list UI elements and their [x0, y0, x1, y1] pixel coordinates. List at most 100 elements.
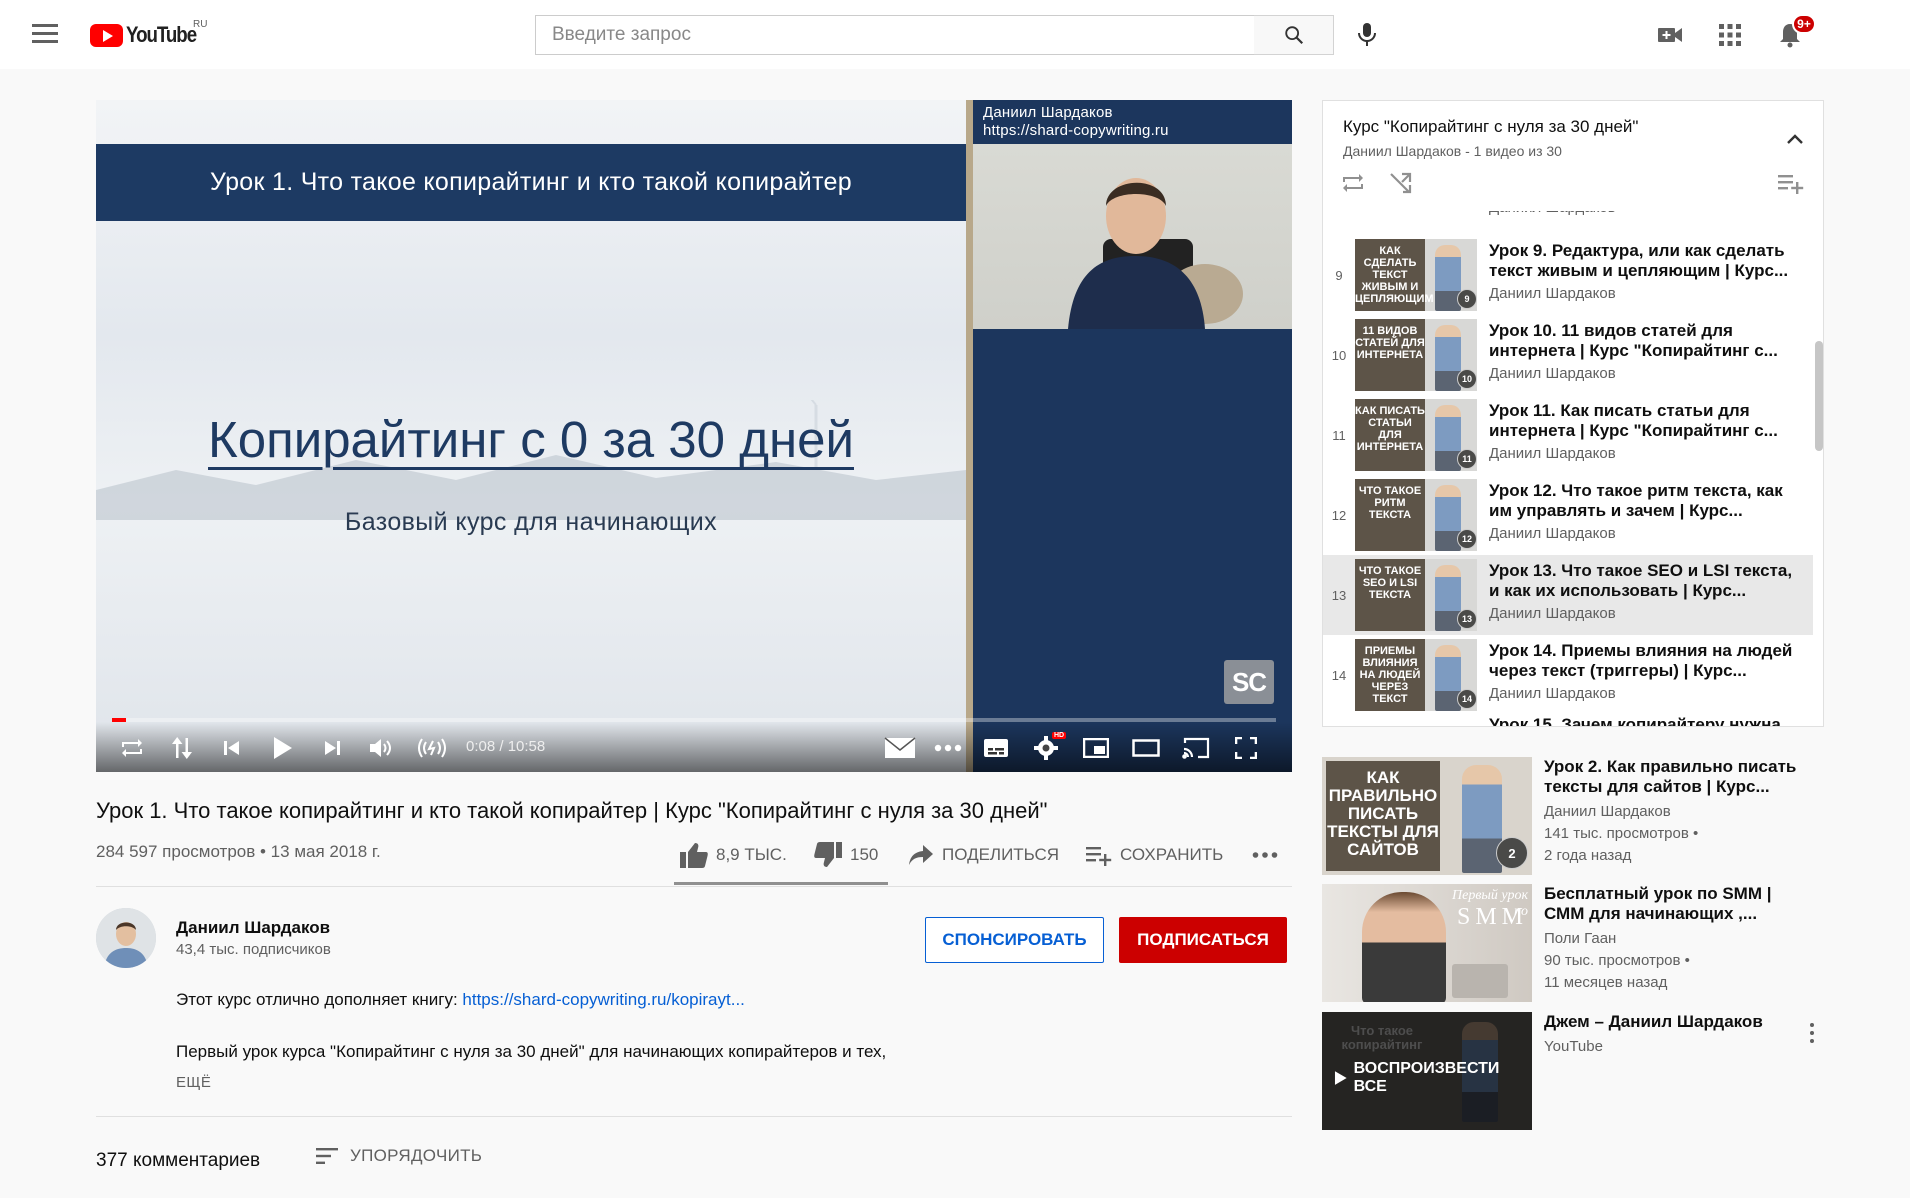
playlist-item-text: Урок 14. Приемы влияния на людей через т…	[1489, 641, 1799, 702]
apps-grid-icon	[1719, 24, 1741, 46]
channel-watermark[interactable]: SC	[1224, 660, 1274, 704]
dislike-button[interactable]: 150	[814, 840, 878, 870]
collapse-playlist-button[interactable]	[1779, 123, 1811, 155]
recommended-age: 2 года назад	[1544, 847, 1632, 864]
player-controls: 0:08 / 10:58 HD	[96, 722, 1292, 772]
thumbs-up-icon	[680, 843, 708, 868]
show-more-button[interactable]: ЕЩЁ	[176, 1074, 211, 1091]
sponsor-button[interactable]: СПОНСИРОВАТЬ	[925, 917, 1104, 963]
thumbnail-lesson-badge: 10	[1457, 369, 1477, 389]
sort-label: УПОРЯДОЧИТЬ	[350, 1146, 483, 1165]
playlist-item[interactable]: 9 КАК СДЕЛАТЬ ТЕКСТ ЖИВЫМ И ЦЕПЛЯЮЩИМ 9 …	[1323, 235, 1813, 315]
playlist-item-highlighted[interactable]: 13 ЧТО ТАКОЕ SEO И LSI ТЕКСТА 13 Урок 13…	[1323, 555, 1813, 635]
thumbnail-lesson-badge: 9	[1457, 289, 1477, 309]
shuffle-order-button[interactable]	[164, 730, 200, 766]
thumbnail-lesson-badge: 2	[1496, 837, 1528, 869]
apps-button[interactable]	[1715, 20, 1745, 50]
share-arrow-icon	[909, 845, 933, 865]
recommended-thumbnail: КАК ПРАВИЛЬНО ПИСАТЬ ТЕКСТЫ ДЛЯ САЙТОВ 2	[1322, 757, 1532, 875]
menu-icon[interactable]	[32, 24, 58, 44]
broadcast-icon	[418, 738, 446, 758]
comments-count: 377 комментариев	[96, 1150, 261, 1171]
recommended-title: Джем – Даниил Шардаков	[1544, 1012, 1763, 1031]
playlist-item-channel: Даниил Шардаков	[1489, 285, 1616, 302]
playlist-item[interactable]: 12 ЧТО ТАКОЕ РИТМ ТЕКСТА 12 Урок 12. Что…	[1323, 475, 1813, 555]
hd-badge: HD	[1052, 732, 1067, 739]
playlist-item[interactable]: 11 КАК ПИСАТЬ СТАТЬИ ДЛЯ ИНТЕРНЕТА 11 Ур…	[1323, 395, 1813, 475]
presenter-url: https://shard-copywriting.ru	[983, 122, 1169, 139]
create-video-button[interactable]	[1655, 20, 1685, 50]
playlist-item-thumbnail: 11 ВИДОВ СТАТЕЙ ДЛЯ ИНТЕРНЕТА 10	[1355, 319, 1477, 391]
logo-text: YouTube	[126, 22, 197, 47]
playlist-partial-item-title[interactable]: Урок 15. Зачем копирайтеру нужна	[1489, 715, 1799, 726]
thumbnail-caption: КАК ПИСАТЬ СТАТЬИ ДЛЯ ИНТЕРНЕТА	[1355, 399, 1425, 471]
subscribe-button[interactable]: ПОДПИСАТЬСЯ	[1119, 917, 1287, 963]
save-playlist-button[interactable]	[1775, 167, 1807, 199]
playlist-item-title: Урок 13. Что такое SEO и LSI текста, и к…	[1489, 561, 1793, 600]
voice-search-button[interactable]	[1352, 20, 1382, 50]
description-link[interactable]: https://shard-copywriting.ru/kopirayt...	[462, 990, 745, 1009]
subtitles-button[interactable]	[978, 730, 1014, 766]
play-all-button[interactable]: ВОСПРОИЗВЕСТИ ВСЕ	[1334, 1060, 1532, 1096]
presenter-label: Даниил Шардаков https://shard-copywritin…	[983, 104, 1169, 140]
recommended-views: 141 тыс. просмотров •	[1544, 825, 1699, 842]
playlist-scrollbar[interactable]	[1815, 341, 1823, 451]
subscriber-count: 43,4 тыс. подписчиков	[176, 941, 331, 958]
save-button[interactable]: СОХРАНИТЬ	[1086, 840, 1223, 870]
playlist-title[interactable]: Курс "Копирайтинг с нуля за 30 дней"	[1343, 117, 1638, 137]
sort-comments-button[interactable]: УПОРЯДОЧИТЬ	[316, 1146, 482, 1166]
share-button[interactable]: ПОДЕЛИТЬСЯ	[908, 840, 1059, 870]
email-button[interactable]	[882, 730, 918, 766]
playlist-item[interactable]: 14 ПРИЕМЫ ВЛИЯНИЯ НА ЛЮДЕЙ ЧЕРЕЗ ТЕКСТ 1…	[1323, 635, 1813, 715]
subtitles-icon	[984, 739, 1008, 757]
like-count: 8,9 ТЫС.	[716, 845, 787, 864]
playlist-item[interactable]: 10 11 ВИДОВ СТАТЕЙ ДЛЯ ИНТЕРНЕТА 10 Урок…	[1323, 315, 1813, 395]
loop-playlist-button[interactable]	[1337, 167, 1369, 199]
previous-icon	[224, 741, 239, 755]
recommended-mix[interactable]: Что такое копирайтинг ВОСПРОИЗВЕСТИ ВСЕ …	[1322, 1012, 1824, 1130]
fullscreen-button[interactable]	[1228, 730, 1264, 766]
search-button[interactable]	[1254, 15, 1334, 55]
miniplayer-icon	[1083, 738, 1109, 758]
play-icon	[1334, 1071, 1347, 1085]
like-button[interactable]: 8,9 ТЫС.	[680, 840, 787, 870]
recommended-views: 90 тыс. просмотров •	[1544, 952, 1690, 969]
channel-avatar[interactable]	[96, 908, 156, 968]
playlist-item-index: 13	[1331, 587, 1347, 603]
next-button[interactable]	[314, 730, 350, 766]
share-label: ПОДЕЛИТЬСЯ	[942, 845, 1060, 864]
loop-button[interactable]	[114, 730, 150, 766]
channel-name[interactable]: Даниил Шардаков	[176, 918, 330, 938]
envelope-icon	[884, 737, 916, 758]
more-options-button[interactable]	[930, 730, 966, 766]
playlist-item-index: 11	[1332, 427, 1346, 443]
play-button[interactable]	[264, 730, 300, 766]
previous-button[interactable]	[214, 730, 250, 766]
gear-icon	[1034, 736, 1058, 760]
youtube-logo[interactable]: YouTube RU	[90, 19, 208, 48]
recommended-video[interactable]: КАК ПРАВИЛЬНО ПИСАТЬ ТЕКСТЫ ДЛЯ САЙТОВ 2…	[1322, 757, 1824, 875]
cast-button[interactable]	[1178, 730, 1214, 766]
thumbnail-person	[1362, 892, 1446, 1002]
radio-wave-button[interactable]	[414, 730, 450, 766]
recommended-video[interactable]: Первый урок по SMM Бесплатный урок по SM…	[1322, 884, 1824, 1002]
theater-mode-button[interactable]	[1128, 730, 1164, 766]
playlist-item-thumbnail: КАК СДЕЛАТЬ ТЕКСТ ЖИВЫМ И ЦЕПЛЯЮЩИМ 9	[1355, 239, 1477, 311]
settings-button[interactable]: HD	[1028, 730, 1067, 766]
recommended-text: Урок 2. Как правильно писать тексты для …	[1544, 757, 1814, 867]
repeat-icon	[122, 739, 142, 757]
playlist-item-channel: Даниил Шардаков	[1489, 365, 1616, 382]
shuffle-button[interactable]	[1385, 167, 1417, 199]
playlist-item-title: Урок 12. Что такое ритм текста, как им у…	[1489, 481, 1783, 520]
miniplayer-button[interactable]	[1078, 730, 1114, 766]
playlist-item-thumbnail: ЧТО ТАКОЕ РИТМ ТЕКСТА 12	[1355, 479, 1477, 551]
volume-button[interactable]	[364, 730, 400, 766]
recommended-title: Бесплатный урок по SMM | СММ для начинаю…	[1544, 884, 1772, 923]
search-input[interactable]	[552, 24, 1254, 46]
more-vertical-icon[interactable]	[1802, 1018, 1822, 1048]
more-actions-button[interactable]	[1252, 840, 1278, 870]
video-player[interactable]: Урок 1. Что такое копирайтинг и кто тако…	[96, 100, 1292, 772]
thumbnail-lesson-badge: 11	[1457, 449, 1477, 469]
thumbnail-caption: ЧТО ТАКОЕ РИТМ ТЕКСТА	[1355, 479, 1425, 551]
more-dots-icon	[934, 744, 962, 752]
